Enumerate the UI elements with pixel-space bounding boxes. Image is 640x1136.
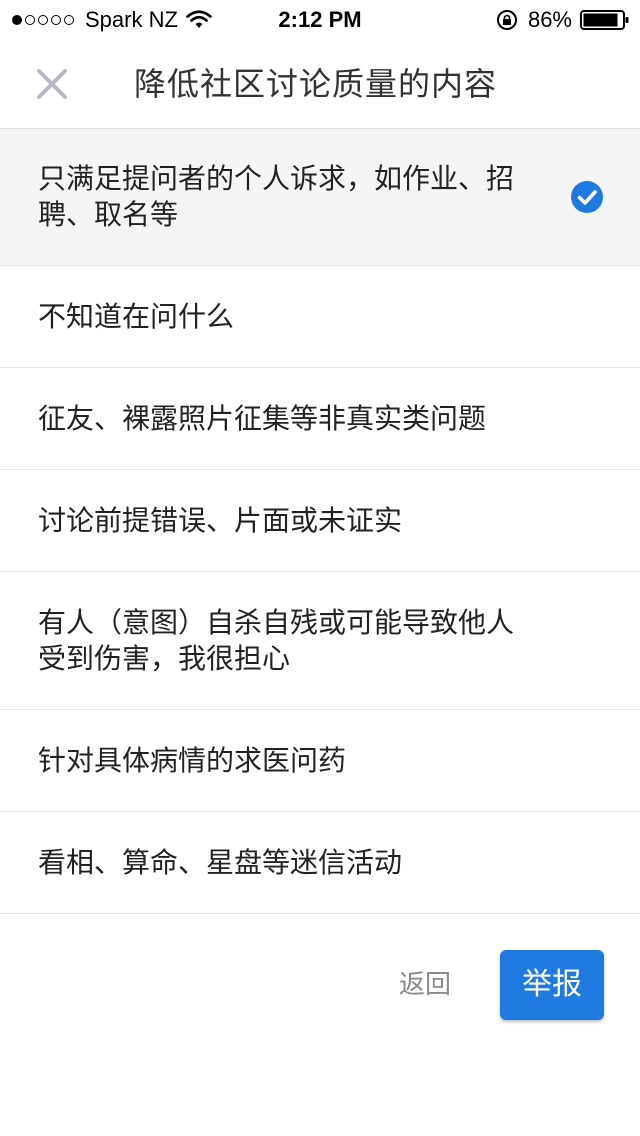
report-option-3[interactable]: 征友、裸露照片征集等非真实类问题 — [0, 368, 640, 470]
checkmark-icon — [571, 181, 603, 213]
battery-percentage: 86% — [527, 7, 572, 32]
option-label: 讨论前提错误、片面或未证实 — [38, 503, 403, 537]
option-label: 只满足提问者的个人诉求，如作业、招聘、取名等 — [38, 162, 515, 231]
report-button[interactable]: 举报 — [500, 950, 604, 1020]
option-label: 征友、裸露照片征集等非真实类问题 — [38, 401, 487, 435]
option-label: 有人（意图）自杀自残或可能导致他人受到伤害，我很担心 — [38, 605, 515, 675]
close-icon — [37, 69, 67, 99]
report-option-7[interactable]: 看相、算命、星盘等迷信活动 — [0, 812, 640, 914]
option-label: 不知道在问什么 — [38, 299, 235, 333]
close-button[interactable] — [30, 62, 74, 106]
option-label: 看相、算命、星盘等迷信活动 — [38, 845, 403, 879]
status-right: 86% — [496, 7, 630, 33]
nav-bar: 降低社区讨论质量的内容 — [0, 40, 640, 129]
report-reason-list: 只满足提问者的个人诉求，如作业、招聘、取名等 不知道在问什么 征友、裸露照片征集… — [0, 129, 640, 914]
report-option-4[interactable]: 讨论前提错误、片面或未证实 — [0, 470, 640, 572]
dialog-footer: 返回 举报 — [0, 950, 640, 1020]
report-option-1[interactable]: 只满足提问者的个人诉求，如作业、招聘、取名等 — [0, 129, 640, 266]
status-bar: Spark NZ 2:12 PM 86% — [0, 0, 640, 40]
rotation-lock-icon — [496, 10, 517, 30]
report-option-6[interactable]: 针对具体病情的求医问药 — [0, 710, 640, 812]
battery-icon — [580, 10, 629, 30]
back-button[interactable]: 返回 — [390, 950, 460, 1020]
option-label: 针对具体病情的求医问药 — [38, 743, 347, 777]
report-option-5[interactable]: 有人（意图）自杀自残或可能导致他人受到伤害，我很担心 — [0, 572, 640, 710]
report-option-2[interactable]: 不知道在问什么 — [0, 266, 640, 368]
page-title: 降低社区讨论质量的内容 — [134, 65, 498, 103]
